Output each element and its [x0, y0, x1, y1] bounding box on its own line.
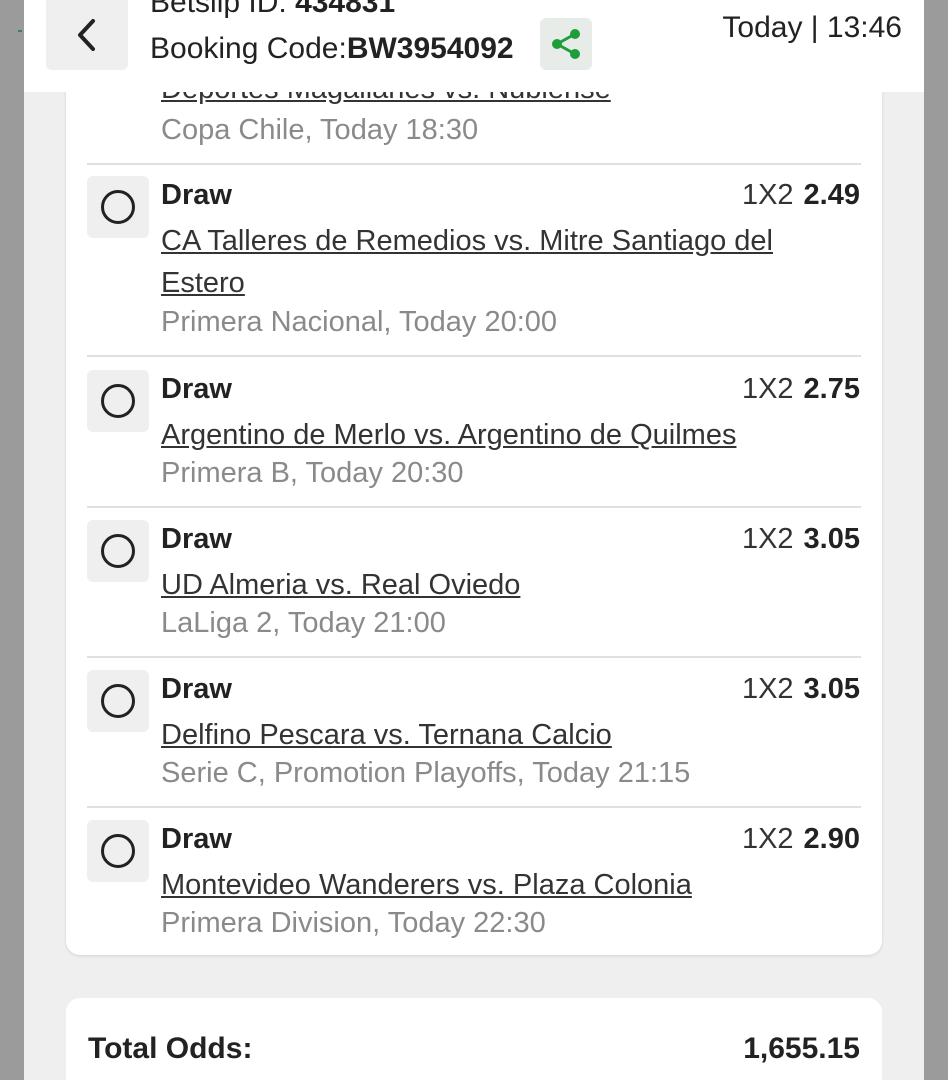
selection-row: Draw 1X2 3.05 Delfino Pescara vs. Ternana…	[66, 670, 882, 806]
chevron-left-icon	[78, 19, 95, 51]
odds-value: 3.05	[803, 673, 860, 705]
league-time: Primera Division, Today 22:30	[161, 907, 546, 939]
select-radio-button[interactable]	[87, 820, 149, 882]
share-button[interactable]	[540, 18, 592, 70]
match-link[interactable]: UD Almeria vs. Real Oviedo	[161, 564, 841, 606]
betslip-id: Betslip ID: 434831	[150, 0, 395, 18]
odds-value: 3.05	[803, 523, 860, 555]
odds-info: 1X2 2.75	[742, 372, 860, 406]
odds-value: 2.90	[803, 823, 860, 855]
match-link[interactable]: CA Talleres de Remedios vs. Mitre Santia…	[161, 220, 841, 304]
league-time: Serie C, Promotion Playoffs, Today 21:15	[161, 757, 691, 789]
select-radio-button[interactable]	[87, 176, 149, 238]
divider	[87, 806, 861, 808]
odds-value: 2.49	[803, 179, 860, 211]
market-label: 1X2	[741, 373, 794, 405]
radio-icon	[101, 384, 135, 418]
betslip-header: Betslip ID: 434831 Booking Code:BW395409…	[24, 0, 924, 92]
match-link[interactable]: Montevideo Wanderers vs. Plaza Colonia	[161, 864, 841, 906]
pick-label: Draw	[161, 523, 232, 555]
league-time: Primera B, Today 20:30	[161, 457, 464, 489]
market-label: 1X2	[741, 823, 794, 855]
date-time: Today | 13:46	[722, 11, 902, 44]
odds-value: 2.75	[803, 373, 860, 405]
booking-code-value: BW3954092	[346, 32, 514, 65]
radio-icon	[101, 190, 135, 224]
select-radio-button[interactable]	[87, 520, 149, 582]
selection-row: Draw 1X2 2.90 Montevideo Wanderers vs. Pl…	[66, 820, 882, 955]
divider	[87, 506, 861, 508]
divider	[87, 355, 861, 357]
radio-icon	[101, 684, 135, 718]
share-icon	[552, 29, 580, 59]
odds-info: 1X2 2.49	[742, 178, 860, 212]
pick-label: Draw	[161, 179, 232, 211]
radio-icon	[101, 834, 135, 868]
divider	[87, 656, 861, 658]
betslip-id-value: 434831	[295, 0, 396, 19]
select-radio-button[interactable]	[87, 670, 149, 732]
match-link[interactable]: Delfino Pescara vs. Ternana Calcio	[161, 714, 841, 756]
market-label: 1X2	[741, 179, 794, 211]
odds-info: 1X2 3.05	[742, 522, 860, 556]
edge-marker	[18, 30, 22, 32]
totals-card: Total Odds: 1,655.15	[66, 998, 882, 1080]
selection-row: Draw 1X2 2.75 Argentino de Merlo vs. Arge…	[66, 370, 882, 506]
market-label: 1X2	[741, 523, 794, 555]
total-odds-value: 1,655.15	[743, 1032, 860, 1065]
selection-row: Draw 1X2 2.49 CA Talleres de Remedios vs.…	[66, 176, 882, 356]
selections-card: Deportes Magallanes vs. Nublense Copa Ch…	[66, 0, 882, 955]
divider	[87, 163, 861, 165]
total-odds-label: Total Odds:	[88, 1032, 253, 1065]
pick-label: Draw	[161, 823, 232, 855]
selection-row: Draw 1X2 3.05 UD Almeria vs. Real Oviedo …	[66, 520, 882, 656]
booking-code-label: Booking Code:	[150, 32, 347, 65]
market-label: 1X2	[741, 673, 794, 705]
pick-label: Draw	[161, 673, 232, 705]
betslip-id-label: Betslip ID:	[150, 0, 296, 19]
league-time: Copa Chile, Today 18:30	[161, 114, 479, 146]
booking-code: Booking Code:BW3954092	[150, 31, 514, 67]
odds-info: 1X2 2.90	[742, 822, 860, 856]
league-time: LaLiga 2, Today 21:00	[161, 607, 446, 639]
pick-label: Draw	[161, 373, 232, 405]
radio-icon	[101, 534, 135, 568]
back-button[interactable]	[46, 0, 128, 70]
match-link[interactable]: Argentino de Merlo vs. Argentino de Quil…	[161, 414, 841, 456]
select-radio-button[interactable]	[87, 370, 149, 432]
league-time: Primera Nacional, Today 20:00	[161, 306, 558, 338]
odds-info: 1X2 3.05	[742, 672, 860, 706]
